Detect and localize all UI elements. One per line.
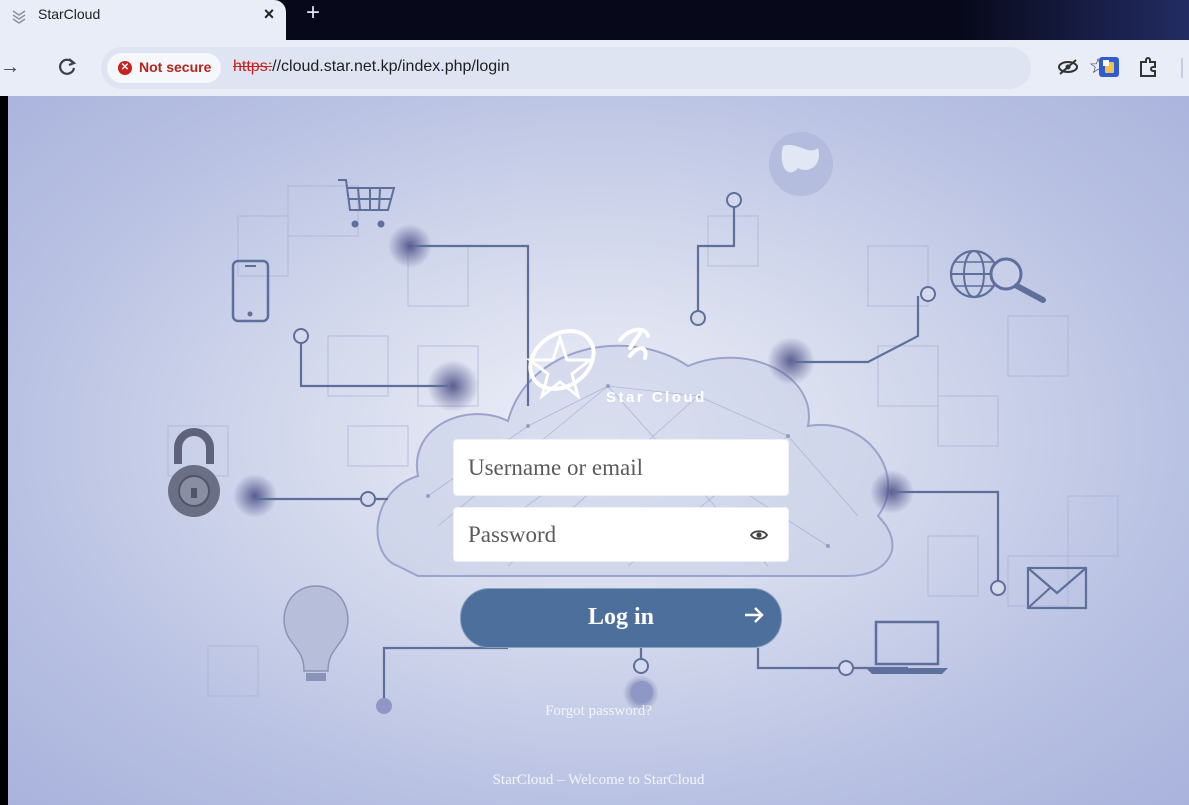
extension-eye-icon[interactable] bbox=[1057, 57, 1079, 77]
extensions-puzzle-icon[interactable] bbox=[1137, 56, 1159, 78]
browser-tab[interactable]: StarCloud × bbox=[0, 0, 286, 40]
login-page: Star Cloud Log in Forgot password? StarC… bbox=[8, 96, 1189, 805]
username-input[interactable] bbox=[454, 440, 788, 495]
login-button-label: Log in bbox=[587, 604, 655, 630]
extension-app-icon[interactable] bbox=[1098, 56, 1120, 78]
password-field[interactable] bbox=[454, 508, 788, 561]
url-text[interactable]: https://cloud.star.net.kp/index.php/logi… bbox=[233, 58, 510, 76]
username-field[interactable] bbox=[454, 440, 788, 495]
logo-text: Star Cloud bbox=[606, 389, 707, 406]
url-path: //cloud.star.net.kp/index.php/login bbox=[272, 58, 510, 75]
browser-tab-bar: StarCloud × + bbox=[0, 0, 1189, 40]
forward-arrow-icon[interactable]: → bbox=[0, 52, 20, 82]
show-password-eye-icon[interactable] bbox=[750, 526, 768, 544]
starcloud-logo: Star Cloud bbox=[525, 327, 707, 406]
footer-text: StarCloud – Welcome to StarCloud bbox=[492, 772, 705, 788]
tab-favicon-icon bbox=[12, 10, 26, 24]
warning-icon: ✕ bbox=[118, 61, 132, 75]
new-tab-button[interactable]: + bbox=[300, 1, 326, 27]
address-bar[interactable]: ✕ Not secure https://cloud.star.net.kp/i… bbox=[101, 47, 1107, 89]
tab-title: StarCloud bbox=[38, 6, 101, 22]
toolbar-divider bbox=[1181, 58, 1183, 78]
url-scheme: https: bbox=[233, 58, 273, 75]
reload-icon[interactable] bbox=[55, 55, 79, 79]
browser-toolbar: → ✕ Not secure https://cloud.star.net.kp… bbox=[0, 40, 1189, 96]
tab-close-icon[interactable]: × bbox=[258, 3, 280, 25]
login-button[interactable]: Log in bbox=[460, 588, 782, 648]
password-input[interactable] bbox=[454, 508, 788, 561]
security-chip[interactable]: ✕ Not secure bbox=[107, 53, 221, 83]
forgot-password-link[interactable]: Forgot password? bbox=[8, 703, 1189, 720]
arrow-right-icon bbox=[745, 607, 764, 623]
security-label: Not secure bbox=[139, 59, 212, 75]
